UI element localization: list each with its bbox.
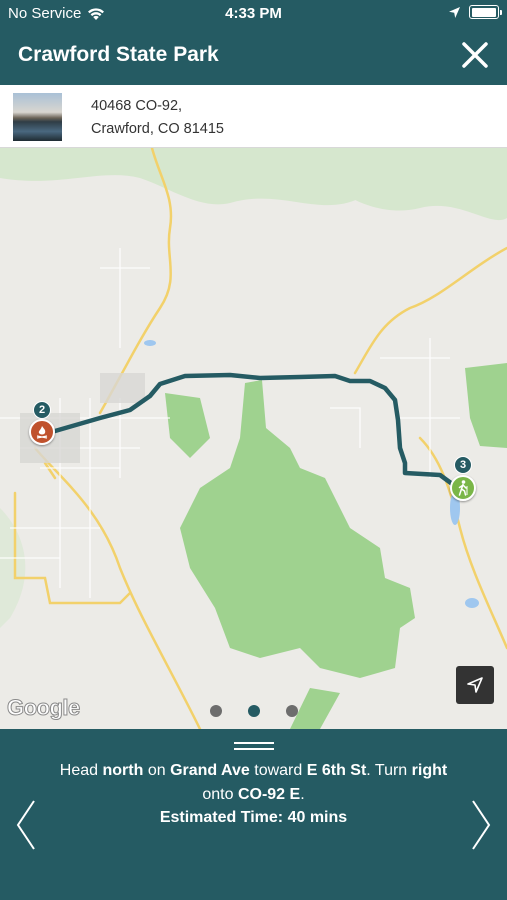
address-card: 40468 CO-92, Crawford, CO 81415: [0, 85, 507, 148]
direction-bold: right: [411, 762, 448, 779]
directions-panel: Head north on Grand Ave toward E 6th St.…: [0, 729, 507, 900]
map-canvas[interactable]: [0, 148, 507, 729]
hiker-icon: [458, 480, 468, 496]
battery-icon: [469, 5, 502, 19]
direction-bold: Grand Ave: [170, 762, 250, 779]
status-bar: No Service 4:33 PM: [0, 0, 507, 26]
direction-text: Head north on Grand Ave toward E 6th St.…: [52, 759, 455, 830]
location-arrow-icon: [449, 6, 460, 18]
page-indicator: [0, 705, 507, 717]
direction-word: .: [300, 785, 305, 803]
direction-word: toward: [249, 762, 307, 779]
app-header: Crawford State Park: [0, 26, 507, 85]
direction-bold: E 6th St: [306, 762, 367, 779]
campsite-marker[interactable]: [29, 419, 55, 445]
estimated-time: Estimated Time: 40 mins: [159, 809, 348, 826]
chevron-left-icon[interactable]: [14, 799, 38, 851]
drag-handle[interactable]: [234, 742, 274, 750]
page-title: Crawford State Park: [18, 43, 219, 66]
trailhead-marker[interactable]: [450, 475, 476, 501]
address-line-2: Crawford, CO 81415: [91, 121, 224, 137]
address-line-1: 40468 CO-92,: [91, 98, 183, 114]
campfire-icon: [36, 426, 48, 439]
direction-bold: north: [102, 762, 144, 779]
map-view[interactable]: 2 3 Google: [0, 148, 507, 729]
marker-number-badge: 2: [33, 401, 51, 419]
direction-word: Head: [59, 762, 103, 779]
page-dot[interactable]: [209, 705, 222, 717]
page-dot-active[interactable]: [247, 705, 260, 717]
direction-word: onto: [202, 785, 238, 803]
chevron-right-icon[interactable]: [469, 799, 493, 851]
direction-word: on: [143, 762, 171, 779]
page-dot[interactable]: [285, 705, 298, 717]
direction-bold: CO-92 E: [237, 785, 301, 803]
recenter-button[interactable]: [456, 666, 494, 704]
direction-word: . Turn: [366, 762, 412, 779]
park-thumbnail: [13, 93, 62, 141]
clock: 4:33 PM: [225, 5, 282, 22]
marker-number-badge: 3: [454, 456, 472, 474]
status-icons: [448, 5, 502, 19]
address-text: 40468 CO-92, Crawford, CO 81415: [91, 95, 224, 141]
close-icon[interactable]: [459, 39, 491, 71]
navigation-arrow-icon: [467, 677, 483, 693]
